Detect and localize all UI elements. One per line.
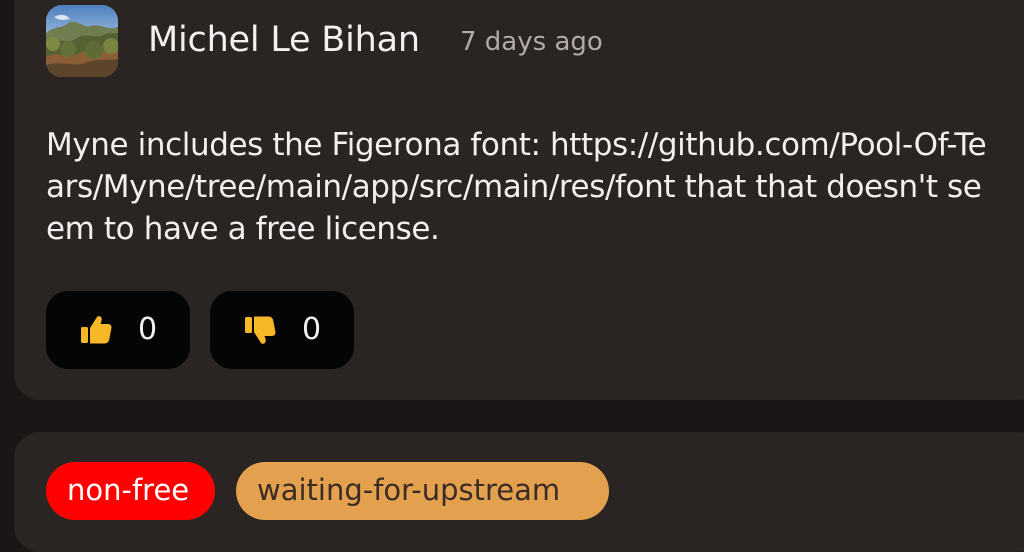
thumbs-down-icon [243, 313, 277, 347]
thumbs-up-icon [79, 313, 113, 347]
label-waiting-for-upstream[interactable]: waiting-for-upstream [236, 462, 609, 520]
author-name[interactable]: Michel Le Bihan [148, 18, 420, 62]
label-non-free[interactable]: non-free [46, 462, 215, 520]
user-avatar[interactable] [46, 5, 118, 77]
dislike-count: 0 [302, 312, 322, 347]
dislike-button[interactable]: 0 [210, 291, 354, 369]
comment-body: Myne includes the Figerona font: https:/… [46, 127, 987, 247]
landscape-avatar-icon [46, 5, 118, 77]
comment-card: Michel Le Bihan 7 days ago Myne includes… [14, 0, 1024, 400]
labels-card: non-free waiting-for-upstream [14, 432, 1024, 552]
comment-timestamp: 7 days ago [460, 27, 603, 57]
like-count: 0 [138, 312, 158, 347]
like-button[interactable]: 0 [46, 291, 190, 369]
